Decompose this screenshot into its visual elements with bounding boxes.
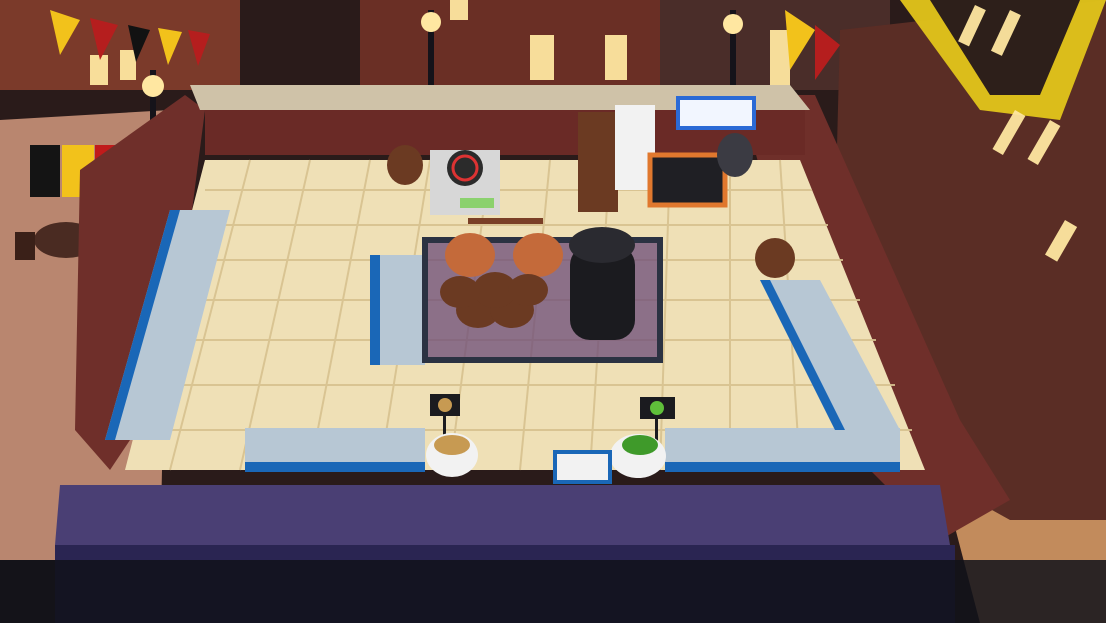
hops-icon [650, 401, 664, 415]
lamp-light [723, 14, 743, 34]
window [450, 0, 468, 20]
bin-black [30, 145, 60, 197]
shelf[interactable] [578, 112, 618, 212]
window [770, 30, 790, 85]
tv-screen[interactable] [676, 96, 756, 130]
counter-center-left-edge [370, 255, 380, 365]
tank-top [569, 227, 635, 263]
game-scene [0, 0, 1106, 623]
bottom-shadow [0, 560, 1106, 623]
serving-tray[interactable] [553, 450, 612, 484]
hops [622, 435, 658, 455]
tomato-barrel[interactable] [387, 145, 423, 185]
barrel [440, 276, 480, 308]
copper-kettle-left[interactable] [445, 233, 495, 277]
lamp-light [142, 75, 164, 97]
potato-icon [438, 398, 452, 412]
sign-post [655, 419, 658, 441]
copper-kettle-right[interactable] [513, 233, 563, 277]
stove-display [460, 198, 494, 208]
brewing-station[interactable] [422, 218, 663, 363]
window [530, 35, 554, 80]
front-wall-top [55, 485, 950, 545]
window [120, 50, 136, 80]
chair [15, 232, 35, 260]
orange-counter[interactable] [647, 152, 728, 208]
window [605, 35, 627, 80]
kettle-pipe [468, 218, 543, 224]
barrel [508, 274, 548, 306]
counter-front-right-edge [665, 462, 900, 472]
counter-front-left-edge [245, 462, 425, 472]
potatoes [434, 435, 470, 455]
barrel-back[interactable] [717, 133, 753, 177]
window [90, 55, 108, 85]
barrel-right[interactable] [755, 238, 795, 278]
lamp-light [421, 12, 441, 32]
